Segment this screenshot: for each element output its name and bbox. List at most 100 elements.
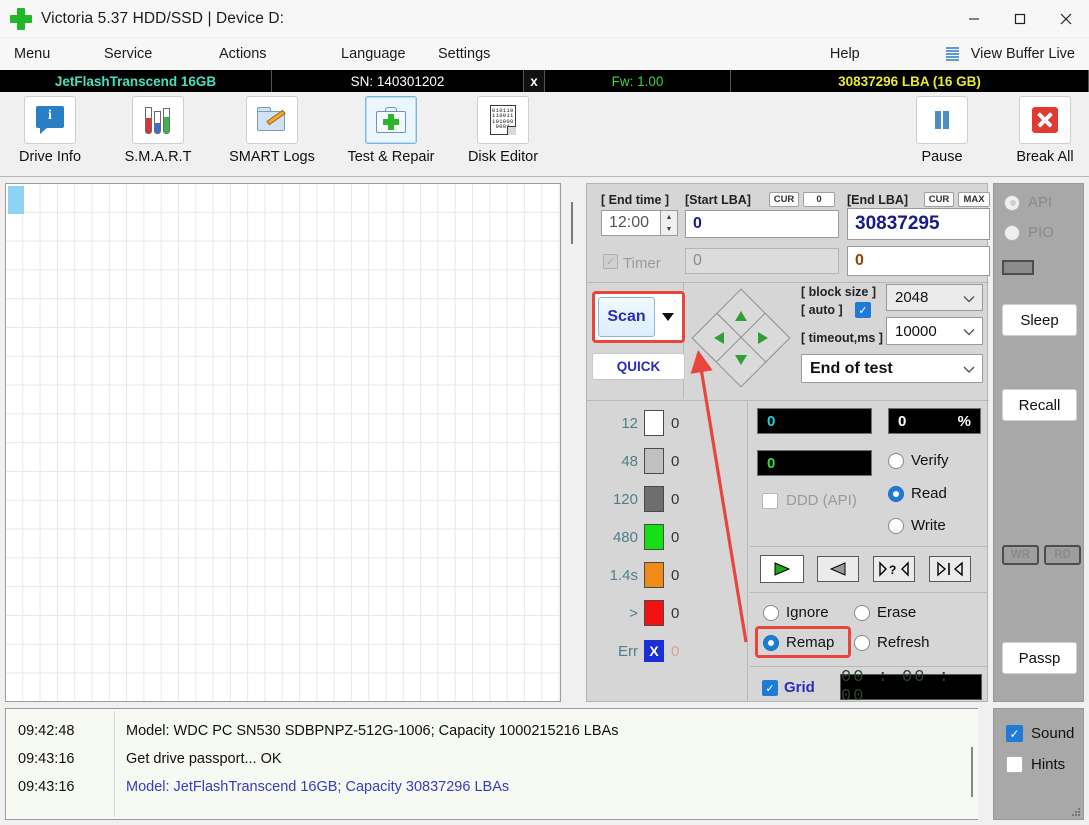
legend-time: 12 (621, 414, 638, 432)
legend-row: 480 0 (596, 520, 746, 554)
end-time-input[interactable]: 12:00 (601, 210, 661, 236)
scan-dropdown-button[interactable] (657, 297, 679, 337)
test-and-repair-label: Test & Repair (347, 149, 435, 165)
toolbar: i Drive Info S.M.A.R.T SMART Logs Test &… (0, 92, 1089, 177)
remap-radio[interactable]: Remap (763, 634, 834, 651)
pause-icon (931, 109, 953, 131)
timeout-select[interactable]: 10000 (886, 317, 983, 345)
menu-bar: Menu Service Actions Language Settings H… (0, 38, 1089, 70)
timer-checkbox[interactable]: ✓ (603, 254, 618, 269)
hints-checkbox[interactable]: Hints (1006, 756, 1065, 773)
pio-radio[interactable]: PIO (1004, 224, 1054, 241)
scan-button[interactable]: Scan (598, 297, 655, 337)
drive-info-button[interactable]: i Drive Info (0, 96, 100, 172)
start-lba-label: [Start LBA] (685, 193, 751, 207)
menu-item-language[interactable]: Language (335, 41, 432, 67)
scan-grid-canvas[interactable] (6, 184, 560, 701)
write-radio[interactable]: Write (888, 517, 946, 534)
start-lba-cur-button[interactable]: CUR (769, 192, 799, 207)
start-lba-input[interactable]: 0 (685, 210, 839, 238)
scan-grid-panel[interactable] (5, 183, 561, 702)
info-bubble-icon: i (36, 106, 64, 134)
ignore-radio[interactable]: Ignore (763, 604, 829, 621)
end-lba-second-input[interactable]: 0 (847, 246, 990, 276)
end-of-test-select[interactable]: End of test (801, 354, 983, 383)
log-panel[interactable]: 09:42:48 Model: WDC PC SN530 SDBPNPZ-512… (5, 708, 978, 820)
play-forward-button[interactable] (761, 556, 803, 582)
timer-value-input[interactable]: 0 (685, 248, 839, 274)
block-size-select[interactable]: 2048 (886, 284, 983, 311)
view-buffer-live-button[interactable]: View Buffer Live (965, 41, 1081, 67)
minimize-icon[interactable] (951, 0, 997, 38)
radio-dot (888, 517, 904, 534)
legend-time: 120 (612, 490, 638, 508)
close-icon[interactable] (1043, 0, 1089, 38)
wr-button[interactable]: WR (1002, 545, 1039, 565)
legend-count: 0 (671, 414, 680, 432)
legend-swatch (644, 410, 664, 436)
menu-item-service[interactable]: Service (98, 41, 213, 67)
window-title: Victoria 5.37 HDD/SSD | Device D: (41, 9, 285, 27)
timing-legend: 12 0 48 0 120 0 480 0 1.4s 0 > 0 Err X 0 (596, 406, 746, 696)
log-scrollbar[interactable] (966, 709, 978, 819)
grid-checkbox[interactable]: ✓ (762, 680, 778, 696)
end-lba-max-button[interactable]: MAX (958, 192, 990, 207)
menu-item-actions[interactable]: Actions (213, 41, 335, 67)
window-controls (951, 0, 1089, 38)
start-lba-zero-button[interactable]: 0 (803, 192, 835, 207)
sleep-button[interactable]: Sleep (1002, 304, 1077, 336)
seek-end-button[interactable] (929, 556, 971, 582)
end-time-spinner[interactable]: ▲ ▼ (661, 210, 678, 236)
maximize-icon[interactable] (997, 0, 1043, 38)
passp-button[interactable]: Passp (1002, 642, 1077, 674)
pio-label: PIO (1028, 224, 1054, 241)
legend-swatch (644, 448, 664, 474)
break-all-button[interactable]: Break All (995, 96, 1089, 172)
block-size-label: [ block size ] (801, 285, 877, 299)
menu-item-help[interactable]: Help (824, 41, 866, 67)
percent-value: 0 (898, 412, 907, 430)
radio-dot (888, 452, 904, 469)
quick-button[interactable]: QUICK (592, 353, 685, 380)
radio-dot (763, 604, 779, 621)
menu-item-menu[interactable]: Menu (8, 41, 98, 67)
error-count: 0 (671, 642, 680, 660)
smart-button[interactable]: S.M.A.R.T (108, 96, 208, 172)
ddd-api-checkbox[interactable]: DDD (API) (762, 492, 857, 509)
read-label: Read (911, 485, 947, 502)
disk-editor-button[interactable]: 010110 110011 101000 0001 Disk Editor (453, 96, 553, 172)
legend-row: 120 0 (596, 482, 746, 516)
menu-item-settings[interactable]: Settings (432, 41, 496, 67)
rd-button[interactable]: RD (1044, 545, 1081, 565)
seek-unknown-button[interactable]: ? (873, 556, 915, 582)
log-message: Model: JetFlashTranscend 16GB; Capacity … (126, 779, 510, 795)
verify-radio[interactable]: Verify (888, 452, 949, 469)
api-radio[interactable]: API (1004, 194, 1052, 211)
elapsed-clock: 00 : 00 : 00 (840, 668, 982, 706)
primary-counter: 0 (757, 408, 872, 434)
log-message: Model: WDC PC SN530 SDBPNPZ-512G-1006; C… (126, 723, 619, 739)
chevron-down-icon (963, 323, 975, 340)
read-radio[interactable]: Read (888, 485, 947, 502)
resize-grip[interactable] (1070, 806, 1080, 816)
disk-editor-label: Disk Editor (467, 149, 539, 165)
smart-logs-button[interactable]: SMART Logs (222, 96, 322, 172)
percent-display: 0 % (888, 408, 981, 434)
end-lba-cur-button[interactable]: CUR (924, 192, 954, 207)
sound-checkbox[interactable]: ✓ Sound (1006, 725, 1074, 742)
legend-count: 0 (671, 528, 680, 546)
log-time: 09:43:16 (18, 779, 75, 795)
red-x-icon (1032, 107, 1058, 133)
grid-scrollbar[interactable] (564, 183, 580, 702)
test-and-repair-button[interactable]: Test & Repair (341, 96, 441, 172)
end-time-label: [ End time ] (601, 193, 670, 207)
drive-close-mark[interactable]: x (524, 70, 545, 92)
pause-button[interactable]: Pause (892, 96, 992, 172)
play-backward-button[interactable] (817, 556, 859, 582)
refresh-radio[interactable]: Refresh (854, 634, 930, 651)
smart-logs-label: SMART Logs (229, 149, 315, 165)
erase-radio[interactable]: Erase (854, 604, 916, 621)
recall-button[interactable]: Recall (1002, 389, 1077, 421)
end-lba-input[interactable]: 30837295 (847, 208, 990, 240)
auto-checkbox[interactable]: ✓ (855, 302, 871, 318)
